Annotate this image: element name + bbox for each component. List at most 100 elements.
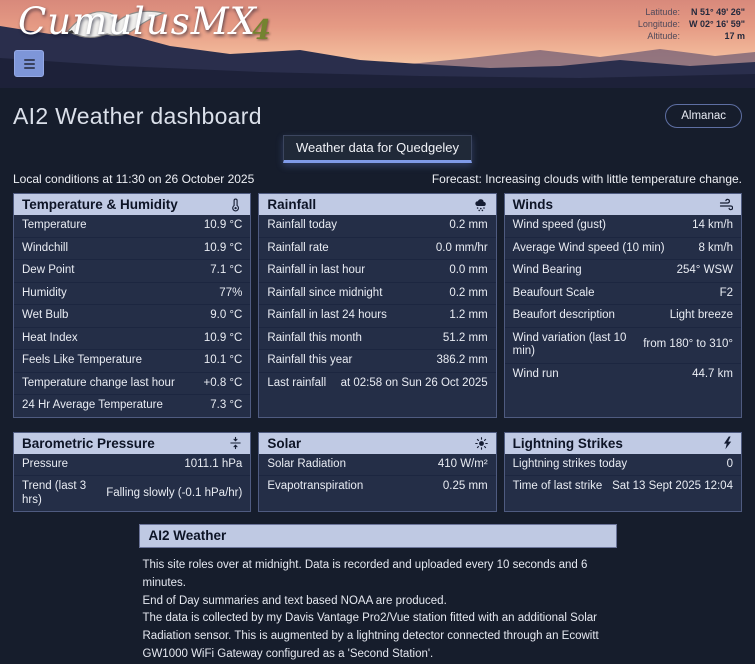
table-row: Lightning strikes today0 xyxy=(505,454,741,476)
table-row: Last rainfall at 02:58 on Sun 26 Oct 2025 xyxy=(259,372,495,395)
longitude-label: Longitude: xyxy=(638,19,680,29)
row-value: 10.9 °C xyxy=(204,219,242,233)
table-row: Trend (last 3 hrs) Falling slowly (-0.1 h… xyxy=(14,475,250,511)
altitude-value: 17 m xyxy=(689,31,745,41)
row-value: 0.2 mm xyxy=(449,287,487,301)
page-title: AI2 Weather dashboard xyxy=(13,103,262,130)
row-value: 10.1 °C xyxy=(204,354,242,368)
table-row: Rainfall rate 0.0 mm/hr xyxy=(259,237,495,260)
row-value: 0.2 mm xyxy=(449,219,487,233)
table-row: Rainfall since midnight 0.2 mm xyxy=(259,282,495,305)
row-value: Falling slowly (-0.1 hPa/hr) xyxy=(106,487,242,501)
row-label: Solar Radiation xyxy=(267,458,346,472)
logo-text: CumulusMX xyxy=(18,0,257,43)
station-location: Latitude: N 51° 49' 26" Longitude: W 02°… xyxy=(638,7,745,41)
row-label: Wind speed (gust) xyxy=(513,219,606,233)
row-value: 0.0 mm/hr xyxy=(436,242,488,256)
row-value: 8 km/h xyxy=(698,242,733,256)
table-row: Beaufort descriptionLight breeze xyxy=(505,304,741,327)
row-label: Feels Like Temperature xyxy=(22,354,142,368)
row-value: 1.2 mm xyxy=(449,309,487,323)
local-conditions-text: Local conditions at 11:30 on 26 October … xyxy=(13,172,254,186)
panel-winds: Winds Wind speed (gust)14 km/h Average W… xyxy=(504,193,742,418)
row-label: Wind Bearing xyxy=(513,264,582,278)
row-label: Lightning strikes today xyxy=(513,458,627,472)
logo-version: 4 xyxy=(252,15,271,46)
row-value: 254° WSW xyxy=(677,264,733,278)
table-row: Rainfall in last hour 0.0 mm xyxy=(259,259,495,282)
latitude-label: Latitude: xyxy=(638,7,680,17)
row-label: Trend (last 3 hrs) xyxy=(22,480,100,507)
row-value: 7.1 °C xyxy=(210,264,242,278)
table-row: 24 Hr Average Temperature 7.3 °C xyxy=(14,394,250,417)
panel-temperature-humidity: Temperature & Humidity Temperature 10.9 °… xyxy=(13,193,251,418)
row-label: Pressure xyxy=(22,458,68,472)
table-row: Evapotranspiration 0.25 mm xyxy=(259,475,495,498)
row-label: Time of last strike xyxy=(513,480,603,494)
row-value: +0.8 °C xyxy=(204,377,243,391)
almanac-button[interactable]: Almanac xyxy=(665,104,742,128)
row-value: 386.2 mm xyxy=(437,354,488,368)
table-row: Time of last strikeSat 13 Sept 2025 12:0… xyxy=(505,475,741,498)
wind-icon xyxy=(719,198,733,212)
table-row: Pressure 1011.1 hPa xyxy=(14,454,250,476)
row-label: Rainfall since midnight xyxy=(267,287,382,301)
row-label: Rainfall in last 24 hours xyxy=(267,309,387,323)
row-label: Evapotranspiration xyxy=(267,480,363,494)
site-info-line: End of Day summaries and text based NOAA… xyxy=(143,593,613,611)
site-info-title: AI2 Weather xyxy=(139,524,617,548)
row-label: Humidity xyxy=(22,287,67,301)
table-row: Dew Point 7.1 °C xyxy=(14,259,250,282)
row-value: F2 xyxy=(720,287,733,301)
row-value: 1011.1 hPa xyxy=(184,458,242,472)
row-label: Temperature xyxy=(22,219,87,233)
table-row: Wind speed (gust)14 km/h xyxy=(505,215,741,237)
site-info-section: AI2 Weather This site roles over at midn… xyxy=(139,524,617,664)
row-label: Temperature change last hour xyxy=(22,377,175,391)
row-label: 24 Hr Average Temperature xyxy=(22,399,163,413)
main-content: AI2 Weather dashboard Almanac Weather da… xyxy=(0,101,755,664)
row-label: Heat Index xyxy=(22,332,78,346)
panel-title: Temperature & Humidity xyxy=(22,197,178,212)
table-row: Rainfall this year386.2 mm xyxy=(259,349,495,372)
station-subtitle: Weather data for Quedgeley xyxy=(283,135,472,163)
table-row: Wet Bulb9.0 °C xyxy=(14,304,250,327)
hamburger-icon xyxy=(24,63,35,65)
panel-barometric-pressure: Barometric Pressure Pressure1011.1 hPa T… xyxy=(13,432,251,513)
site-info-line: The data is collected by my Davis Vantag… xyxy=(143,610,613,663)
row-label: Rainfall rate xyxy=(267,242,328,256)
table-row: Average Wind speed (10 min)8 km/h xyxy=(505,237,741,260)
menu-button[interactable] xyxy=(14,50,44,77)
header-banner: CumulusMX4 Latitude: N 51° 49' 26" Longi… xyxy=(0,0,755,88)
table-row: Temperature 10.9 °C xyxy=(14,215,250,237)
row-label: Rainfall in last hour xyxy=(267,264,365,278)
panel-title: Solar xyxy=(267,436,301,451)
panel-solar: Solar Solar Radiation 410 W/m² Evapotrans… xyxy=(258,432,496,513)
table-row: Beaufourt ScaleF2 xyxy=(505,282,741,305)
row-label: Last rainfall xyxy=(267,377,326,391)
table-row: Wind variation (last 10 min)from 180° to… xyxy=(505,327,741,363)
table-row: Temperature change last hour +0.8 °C xyxy=(14,372,250,395)
table-row: Wind Bearing 254° WSW xyxy=(505,259,741,282)
row-value: Light breeze xyxy=(670,309,733,323)
row-value: 9.0 °C xyxy=(210,309,242,323)
row-label: Dew Point xyxy=(22,264,74,278)
site-info-line: This site roles over at midnight. Data i… xyxy=(143,557,613,593)
panel-title: Rainfall xyxy=(267,197,316,212)
row-value: 0.0 mm xyxy=(449,264,487,278)
lightning-icon xyxy=(722,436,733,450)
row-value: 0.25 mm xyxy=(443,480,488,494)
arrows-collapse-icon xyxy=(229,436,242,450)
row-value: 7.3 °C xyxy=(210,399,242,413)
row-value: at 02:58 on Sun 26 Oct 2025 xyxy=(341,377,488,391)
table-row: Feels Like Temperature 10.1 °C xyxy=(14,349,250,372)
panel-title: Winds xyxy=(513,197,553,212)
row-value: 410 W/m² xyxy=(438,458,488,472)
panel-rainfall: Rainfall Rainfall today0.2 mm Rainfall r… xyxy=(258,193,496,418)
forecast-text: Forecast: Increasing clouds with little … xyxy=(432,172,742,186)
panel-title: Lightning Strikes xyxy=(513,436,623,451)
thermometer-icon xyxy=(229,198,242,212)
row-value: 51.2 mm xyxy=(443,332,488,346)
row-value: 10.9 °C xyxy=(204,332,242,346)
row-value: from 180° to 310° xyxy=(643,338,733,352)
